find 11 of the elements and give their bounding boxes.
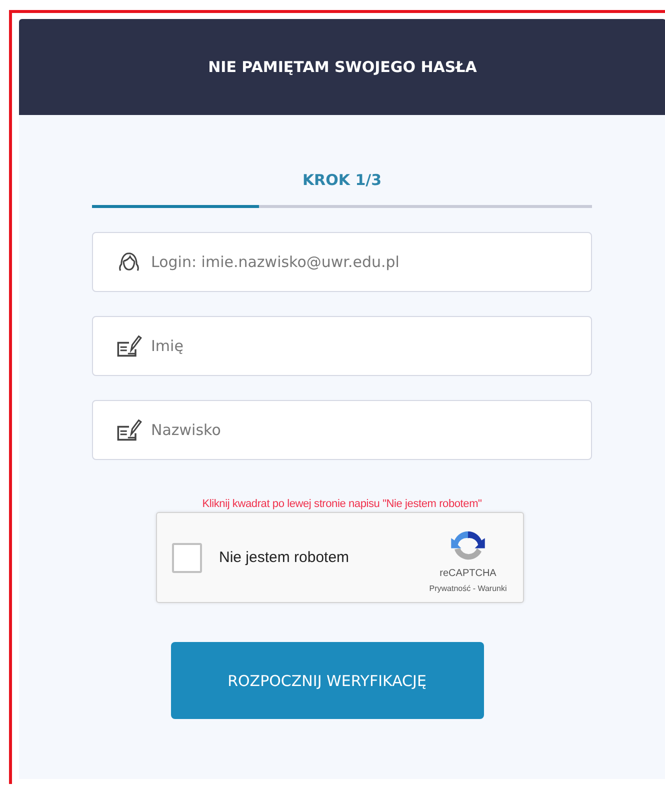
input-field[interactable]: Login: imie.nazwisko@uwr.edu.pl [92, 232, 592, 292]
captcha-label: Nie jestem robotem [219, 549, 350, 566]
captcha-links[interactable]: Prywatność - Warunki [429, 584, 507, 593]
input-field[interactable]: Imię [92, 316, 592, 376]
start-verification-button[interactable]: ROZPOCZNIJ WERYFIKACJĘ [170, 642, 484, 719]
step-label: KROK 1/3 [302, 171, 382, 189]
input-field[interactable]: Nazwisko [92, 400, 592, 460]
page-title: NIE PAMIĘTAM SWOJEGO HASŁA [208, 58, 477, 76]
captcha-instruction: Kliknij kwadrat po lewej stronie napisu "Nie jestem robotem" [202, 498, 482, 510]
captcha-checkbox[interactable] [172, 542, 202, 572]
captcha-brand: reCAPTCHA [440, 568, 496, 579]
